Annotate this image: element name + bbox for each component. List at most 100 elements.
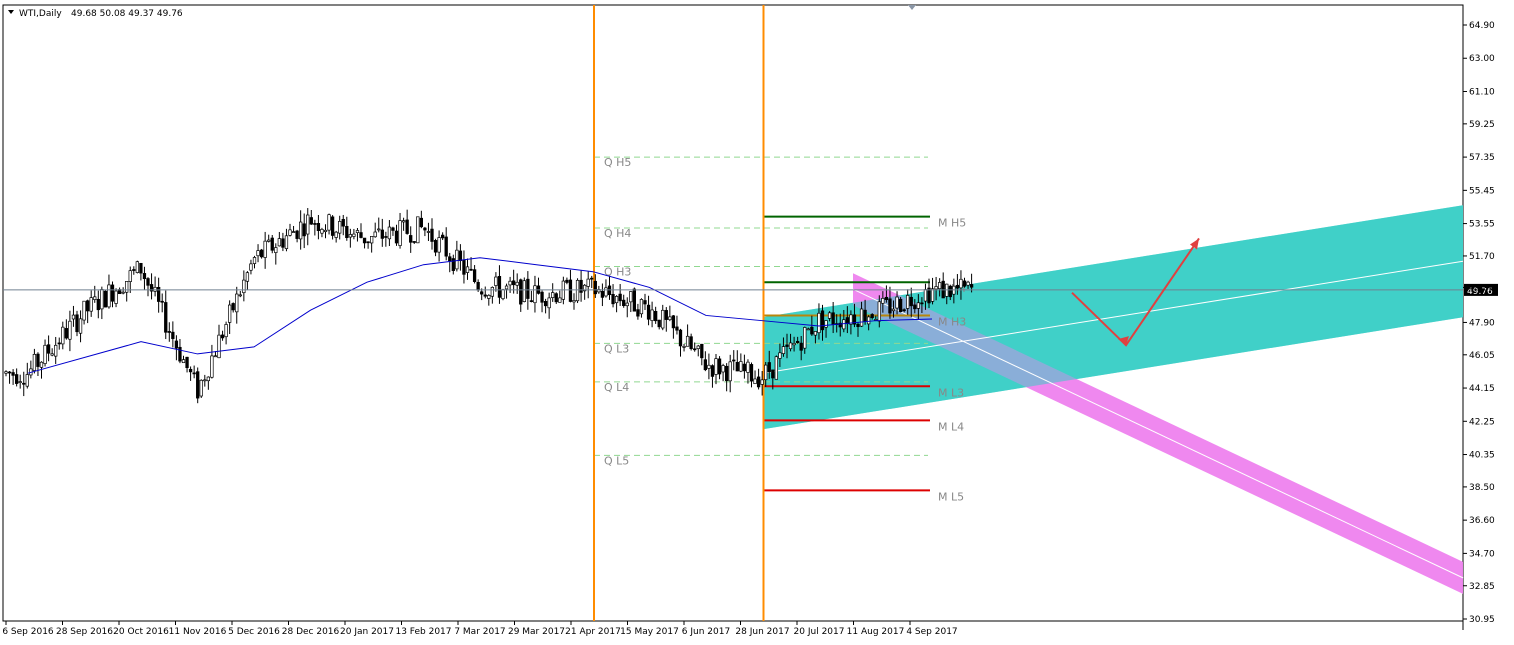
- candle-body: [685, 335, 690, 347]
- candle-body: [891, 308, 896, 312]
- candle-body: [291, 231, 296, 233]
- candle-body: [338, 221, 342, 234]
- candle-body: [281, 238, 285, 248]
- candle-body: [920, 302, 924, 305]
- candle-body: [785, 344, 789, 347]
- candle-body: [739, 361, 743, 372]
- candle-body: [359, 232, 363, 238]
- candle-body: [859, 308, 864, 327]
- candle-body: [242, 279, 246, 294]
- candle-body: [444, 236, 448, 257]
- candle-body: [46, 344, 51, 354]
- candle-body: [366, 241, 370, 244]
- candle-body: [203, 379, 207, 382]
- candle-body: [913, 304, 917, 310]
- candle-body: [646, 304, 651, 320]
- candle-body: [75, 314, 79, 333]
- y-tick-label: 61.10: [1469, 87, 1495, 97]
- candle-body: [181, 359, 186, 364]
- candle-body: [18, 381, 22, 383]
- candle-body: [749, 364, 754, 382]
- candle-body: [345, 225, 349, 239]
- candle-body: [653, 310, 658, 322]
- candle-body: [788, 342, 793, 350]
- candle-body: [767, 362, 771, 373]
- candle-body: [483, 294, 487, 297]
- y-tick-label: 46.05: [1469, 351, 1495, 361]
- candle-body: [898, 298, 903, 313]
- candle-body: [426, 231, 431, 233]
- candle-body: [259, 249, 264, 258]
- candle-body: [412, 241, 416, 243]
- candle-body: [217, 334, 221, 359]
- x-tick-label: 29 Mar 2017: [508, 627, 565, 637]
- candle-body: [721, 365, 725, 373]
- candle-body: [85, 300, 90, 312]
- candle-body: [764, 364, 768, 381]
- candle-body: [355, 230, 360, 233]
- candle-body: [533, 285, 537, 304]
- candle-body: [267, 239, 271, 242]
- y-tick-label: 42.25: [1469, 417, 1495, 427]
- y-tick-label: 64.90: [1469, 21, 1495, 31]
- candle-body: [682, 345, 686, 348]
- candle-body: [717, 358, 722, 375]
- candle-body: [543, 301, 548, 307]
- candle-body: [238, 294, 242, 297]
- candle-body: [689, 336, 693, 350]
- candle-body: [455, 249, 459, 270]
- price-chart[interactable]: WTI,Daily 49.68 50.08 49.37 49.76 Q H5 Q …: [0, 0, 1514, 645]
- candle-body: [675, 326, 679, 331]
- candle-body: [224, 324, 228, 338]
- candle-body: [586, 278, 590, 287]
- y-tick-label: 36.60: [1469, 516, 1495, 526]
- candle-body: [703, 359, 707, 371]
- candle-body: [909, 296, 913, 307]
- candle-body: [15, 374, 19, 384]
- candle-body: [636, 309, 640, 317]
- candle-body: [199, 379, 203, 397]
- candle-body: [146, 278, 150, 286]
- candle-body: [664, 310, 668, 320]
- candle-body: [497, 275, 502, 298]
- candle-body: [614, 295, 619, 304]
- candle-body: [4, 371, 8, 374]
- candle-body: [732, 359, 736, 362]
- candle-body: [89, 297, 93, 312]
- quarterly-level-label: Q H5: [604, 156, 631, 169]
- quarterly-level-label: Q H4: [604, 227, 631, 240]
- candle-body: [870, 314, 874, 319]
- candle-body: [11, 372, 15, 376]
- candle-body: [348, 234, 352, 238]
- y-tick-label: 63.00: [1469, 54, 1495, 64]
- x-tick-label: 28 Jun 2017: [735, 627, 789, 637]
- x-tick-label: 20 Jul 2017: [794, 627, 845, 637]
- candle-body: [25, 374, 29, 387]
- candle-body: [863, 309, 867, 322]
- candle-body: [387, 226, 392, 240]
- candle-body: [171, 331, 175, 339]
- candle-body: [969, 284, 974, 288]
- candle-body: [778, 352, 782, 359]
- candle-body: [132, 269, 136, 271]
- y-tick-label: 57.35: [1469, 153, 1495, 163]
- candle-body: [476, 282, 480, 291]
- candle-body: [494, 276, 498, 286]
- candle-body: [39, 361, 44, 368]
- candle-body: [916, 302, 920, 309]
- candle-body: [107, 284, 111, 308]
- candle-body: [71, 314, 76, 320]
- candle-body: [526, 278, 530, 299]
- candle-body: [490, 287, 494, 297]
- candle-body: [139, 262, 143, 274]
- candle-body: [579, 279, 583, 293]
- candle-body: [36, 353, 40, 367]
- candle-body: [423, 227, 427, 231]
- candle-body: [948, 285, 952, 298]
- candle-body: [753, 378, 757, 385]
- candle-body: [593, 280, 597, 295]
- candle-body: [188, 368, 193, 373]
- candle-body: [955, 285, 960, 289]
- candle-body: [756, 376, 761, 388]
- candle-body: [551, 292, 555, 298]
